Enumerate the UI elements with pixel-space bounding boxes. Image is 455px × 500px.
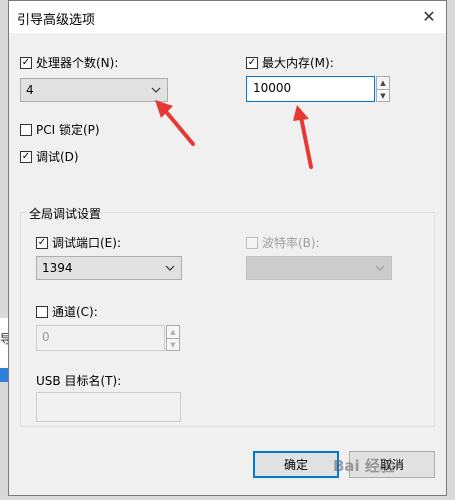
channel-input[interactable]: 0 (36, 325, 165, 351)
baud-rate-checkbox[interactable] (246, 236, 258, 249)
processor-count-label: 处理器个数(N): (36, 56, 119, 70)
dialog-titlebar: 引导高级选项 ✕ (9, 1, 446, 33)
debug-port-value: 1394 (42, 261, 73, 275)
channel-value: 0 (42, 330, 50, 344)
debug-option[interactable]: ✓ 调试(D) (20, 148, 79, 165)
channel-checkbox[interactable] (36, 305, 48, 318)
chevron-down-icon (151, 87, 161, 93)
spin-up-icon[interactable]: ▲ (377, 77, 389, 89)
max-memory-value: 10000 (253, 81, 292, 95)
dialog-title: 引导高级选项 (17, 13, 96, 28)
baud-rate-dropdown[interactable] (246, 256, 392, 280)
close-button[interactable]: ✕ (412, 1, 446, 31)
max-memory-spinner[interactable]: ▲ ▼ (376, 76, 390, 102)
baud-rate-option[interactable]: 波特率(B): (246, 234, 320, 251)
spin-down-icon[interactable]: ▼ (377, 89, 389, 101)
pci-lock-label: PCI 锁定(P) (36, 123, 100, 137)
max-memory-checkbox[interactable]: ✓ (246, 56, 258, 69)
debug-label: 调试(D) (36, 150, 79, 164)
max-memory-option[interactable]: ✓ 最大内存(M): (246, 54, 334, 71)
close-icon: ✕ (422, 6, 436, 26)
debug-checkbox[interactable]: ✓ (20, 150, 32, 163)
spin-down-icon[interactable]: ▼ (167, 338, 179, 350)
spin-up-icon[interactable]: ▲ (167, 326, 179, 338)
processor-count-option[interactable]: ✓ 处理器个数(N): (20, 54, 118, 71)
ok-button[interactable]: 确定 (253, 451, 339, 478)
processor-count-dropdown[interactable]: 4 (20, 78, 168, 102)
checkmark-icon: ✓ (21, 150, 31, 162)
boot-advanced-options-dialog: 引导高级选项 ✕ ✓ 处理器个数(N): 4 ✓ 最大内存(M): 10000 … (8, 0, 447, 496)
max-memory-label: 最大内存(M): (262, 56, 334, 70)
checkmark-icon: ✓ (37, 236, 47, 248)
chevron-down-icon (375, 265, 385, 271)
annotation-arrow-icon (293, 105, 313, 169)
ok-button-label: 确定 (283, 458, 308, 472)
pci-lock-option[interactable]: PCI 锁定(P) (20, 121, 100, 138)
channel-label: 通道(C): (52, 305, 98, 319)
processor-count-value: 4 (26, 83, 34, 97)
checkmark-icon: ✓ (247, 56, 257, 68)
usb-target-input[interactable] (36, 392, 181, 422)
global-debug-settings-title: 全局调试设置 (26, 205, 105, 222)
max-memory-input[interactable]: 10000 (246, 76, 375, 102)
channel-spinner[interactable]: ▲ ▼ (166, 325, 180, 351)
processor-count-checkbox[interactable]: ✓ (20, 56, 32, 69)
checkmark-icon: ✓ (21, 56, 31, 68)
annotation-arrow-icon (155, 100, 195, 146)
debug-port-option[interactable]: ✓ 调试端口(E): (36, 234, 121, 251)
pci-lock-checkbox[interactable] (20, 123, 32, 136)
debug-port-label: 调试端口(E): (52, 236, 121, 250)
usb-target-label: USB 目标名(T): (36, 374, 122, 388)
debug-port-dropdown[interactable]: 1394 (36, 256, 182, 280)
baud-rate-label: 波特率(B): (262, 236, 320, 250)
chevron-down-icon (165, 265, 175, 271)
channel-option[interactable]: 通道(C): (36, 303, 98, 320)
watermark: Bai 经验 (333, 457, 395, 475)
debug-port-checkbox[interactable]: ✓ (36, 236, 48, 249)
